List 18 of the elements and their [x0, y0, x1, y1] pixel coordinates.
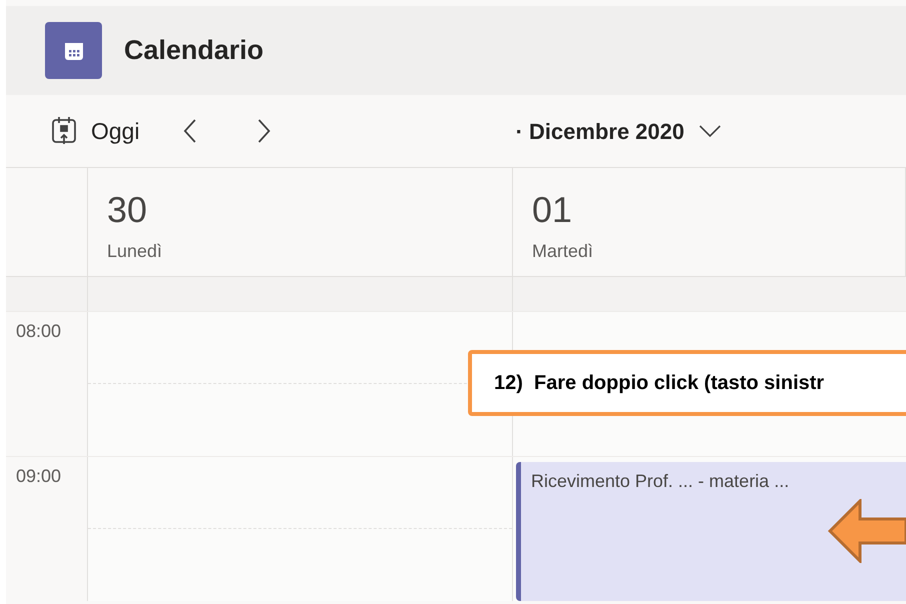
chevron-down-icon	[698, 124, 722, 138]
page-title: Calendario	[124, 34, 264, 68]
arrow-left-icon	[828, 499, 906, 563]
today-button[interactable]: Oggi	[51, 114, 140, 148]
callout-text: 12) Fare doppio click (tasto sinistr	[494, 371, 824, 396]
calendar-app-icon	[45, 22, 102, 79]
chevron-left-icon	[182, 118, 197, 144]
day-number: 01	[532, 188, 574, 232]
month-picker[interactable]: · Dicembre 2020	[516, 114, 722, 148]
hour-label: 08:00	[16, 321, 62, 341]
hour-label: 09:00	[16, 466, 62, 486]
weekday-label: Martedì	[532, 240, 594, 263]
weekday-label: Lunedì	[107, 240, 164, 263]
calendar-event[interactable]: Ricevimento Prof. ... - materia ...	[516, 462, 906, 601]
chevron-right-icon	[256, 118, 271, 144]
calendar-today-icon	[51, 116, 77, 146]
event-title: Ricevimento Prof. ... - materia ...	[531, 471, 790, 491]
day-number: 30	[107, 188, 148, 232]
